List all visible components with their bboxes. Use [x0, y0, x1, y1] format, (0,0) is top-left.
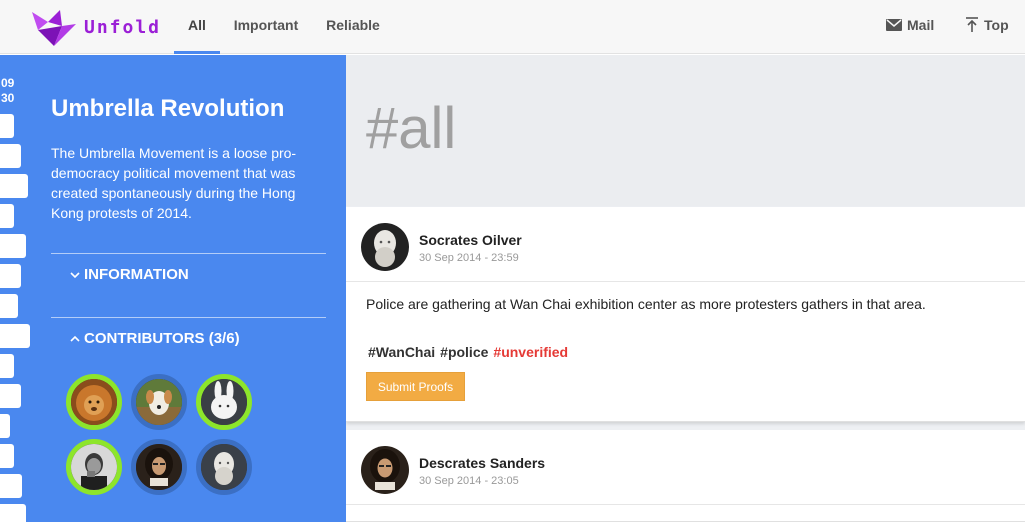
tag-unverified[interactable]: #unverified — [493, 344, 568, 360]
contributor-avatar-dog[interactable] — [131, 374, 187, 430]
contributors-section-toggle[interactable]: CONTRIBUTORS (3/6) — [70, 330, 240, 347]
tag-wanchai[interactable]: #WanChai — [368, 344, 435, 360]
top-label: Top — [984, 17, 1009, 33]
post-tags: #WanChai #police #unverified — [368, 344, 568, 360]
lion-portrait-icon — [71, 379, 117, 425]
event-title: Umbrella Revolution — [51, 95, 285, 122]
arrow-up-icon — [966, 17, 978, 32]
section-divider — [51, 317, 326, 318]
unfold-logo[interactable]: Unfold — [28, 6, 173, 48]
event-sidebar: Umbrella Revolution The Umbrella Movemen… — [32, 55, 346, 522]
timeline-strip: 09 30 — [0, 55, 32, 528]
dog-portrait-icon — [136, 379, 182, 425]
information-section-toggle[interactable]: INFORMATION — [70, 266, 189, 283]
post-author[interactable]: Descrates Sanders — [419, 455, 545, 471]
contributor-avatar-thinker[interactable] — [66, 439, 122, 495]
feed-panel: #all Socrates Oilver 30 Sep 2014 - 23:59… — [346, 55, 1025, 522]
information-label: INFORMATION — [84, 266, 189, 283]
mail-icon — [886, 19, 902, 31]
post-author[interactable]: Socrates Oilver — [419, 232, 522, 248]
logo-text: Unfold — [84, 17, 162, 38]
tab-reliable[interactable]: Reliable — [322, 0, 384, 54]
timeline-marker[interactable] — [0, 474, 22, 498]
timeline-marker[interactable] — [0, 384, 21, 408]
contributor-avatar-descartes[interactable] — [131, 439, 187, 495]
timeline-marker[interactable] — [0, 444, 14, 468]
descartes-portrait-icon — [361, 446, 409, 494]
timeline-date-day: 09 — [1, 76, 15, 90]
socrates-portrait-icon — [361, 223, 409, 271]
chevron-up-icon — [70, 335, 80, 342]
timeline-marker[interactable] — [0, 204, 14, 228]
timeline-marker[interactable] — [0, 504, 26, 528]
timeline-marker[interactable] — [0, 414, 10, 438]
author-avatar[interactable] — [361, 223, 409, 271]
timeline-marker[interactable] — [0, 114, 14, 138]
post-card: Socrates Oilver 30 Sep 2014 - 23:59 Poli… — [346, 207, 1025, 422]
post-body: Police are gathering at Wan Chai exhibit… — [366, 296, 926, 312]
tag-police[interactable]: #police — [440, 344, 488, 360]
event-description: The Umbrella Movement is a loose pro-dem… — [51, 145, 297, 221]
section-divider — [51, 253, 326, 254]
contributor-avatar-rabbit[interactable] — [196, 374, 252, 430]
timeline-marker[interactable] — [0, 144, 21, 168]
top-navigation-bar: Unfold All Important Reliable Mail Top — [0, 0, 1025, 54]
timeline-marker[interactable] — [0, 324, 30, 348]
socrates-portrait-icon — [201, 444, 247, 490]
post-card: Descrates Sanders 30 Sep 2014 - 23:05 — [346, 430, 1025, 522]
post-timestamp: 30 Sep 2014 - 23:05 — [419, 475, 519, 487]
timeline-marker[interactable] — [0, 234, 26, 258]
mail-label: Mail — [907, 17, 935, 33]
submit-proofs-button[interactable]: Submit Proofs — [366, 372, 465, 401]
post-timestamp: 30 Sep 2014 - 23:59 — [419, 252, 519, 264]
hashtag-title: #all — [366, 96, 457, 161]
contributor-avatar-lion[interactable] — [66, 374, 122, 430]
timeline-marker[interactable] — [0, 294, 18, 318]
timeline-date: 09 30 — [1, 76, 14, 106]
descartes-portrait-icon — [136, 444, 182, 490]
post-divider — [346, 504, 1025, 505]
contributors-label: CONTRIBUTORS (3/6) — [84, 330, 240, 347]
back-to-top-link[interactable]: Top — [965, 17, 1009, 33]
timeline-marker[interactable] — [0, 174, 28, 198]
unfold-logo-icon — [32, 10, 76, 46]
chevron-down-icon — [70, 271, 80, 278]
timeline-marker[interactable] — [0, 354, 14, 378]
timeline-marker[interactable] — [0, 264, 21, 288]
contributor-avatar-socrates[interactable] — [196, 439, 252, 495]
feed-header: #all — [346, 55, 1025, 206]
rabbit-portrait-icon — [201, 379, 247, 425]
thinker-portrait-icon — [71, 444, 117, 490]
tab-important[interactable]: Important — [230, 0, 302, 54]
tab-all[interactable]: All — [174, 0, 220, 54]
post-divider — [346, 281, 1025, 282]
mail-link[interactable]: Mail — [886, 17, 934, 33]
timeline-date-month: 30 — [1, 91, 15, 105]
author-avatar[interactable] — [361, 446, 409, 494]
